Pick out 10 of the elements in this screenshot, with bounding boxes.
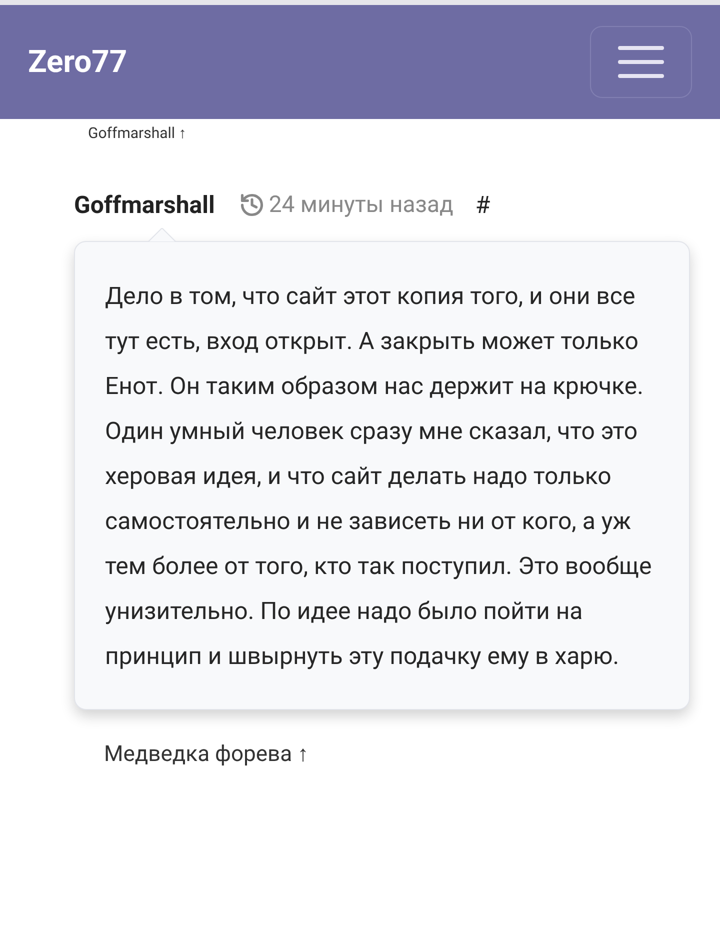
menu-icon xyxy=(618,45,664,79)
brand-link[interactable]: Zero77 xyxy=(28,38,128,86)
menu-button[interactable] xyxy=(590,26,692,98)
history-icon xyxy=(238,192,265,218)
anchor-link[interactable]: # xyxy=(475,187,490,223)
comment-time: 24 минуты назад xyxy=(268,190,454,220)
reply-link[interactable]: Медведка форева ↑ xyxy=(104,742,309,767)
comment-text: Дело в том, что сайт этот копия того, и они все тут есть, вход открыт. А закрыть может только Енот. Он таким образом нас держит на крючке. Один умный человек сразу мне сказал, что это херовая идея, и что сайт делать надо только самостоятельно и не зависеть ни от кого, а уж тем более от того, кто так поступил. Это вообще унизительно. По идее надо было пойти на принцип и швырнуть эту подачку ему в харю. xyxy=(105,281,653,672)
parent-reply-link[interactable]: Goffmarshall ↑ xyxy=(88,124,186,142)
comment-author: Goffmarshall xyxy=(74,190,215,221)
